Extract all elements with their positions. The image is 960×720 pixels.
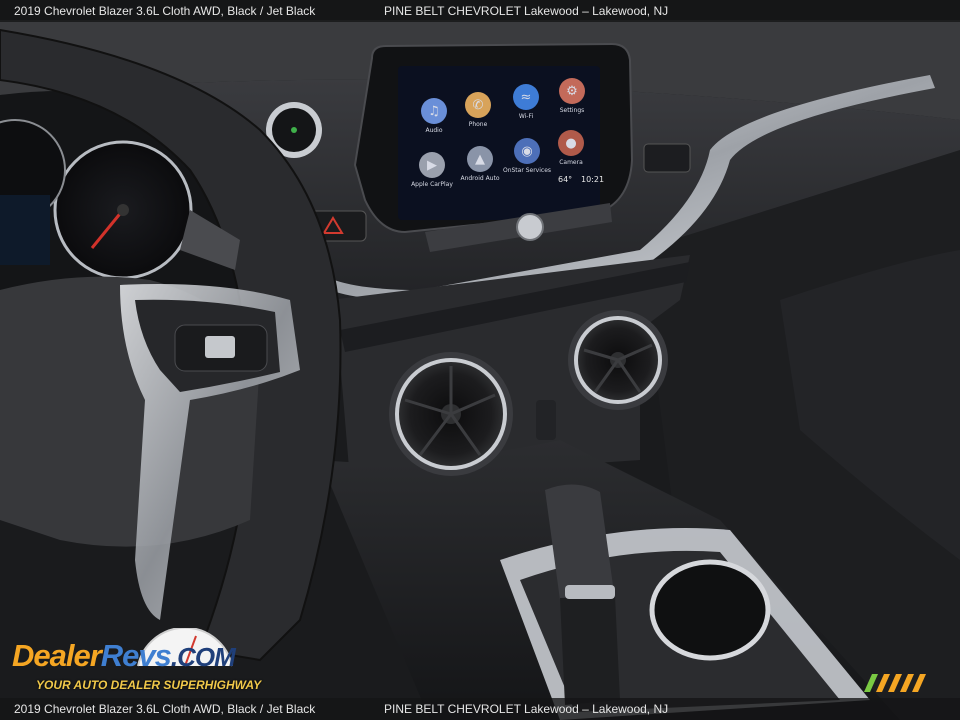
dashboard-photo: ♫ Audio ✆ Phone ≈ Wi-Fi ⚙ Settings ▶ App… — [0, 0, 960, 720]
app-label: Wi-Fi — [518, 113, 534, 120]
app-label: Settings — [559, 107, 585, 114]
vehicle-description: 2019 Chevrolet Blazer 3.6L Cloth AWD, Bl… — [14, 4, 316, 18]
vent-controls — [536, 400, 556, 440]
auto-stop-switch — [643, 143, 691, 173]
outside-temperature: 64° — [558, 175, 573, 184]
app-settings[interactable]: ⚙ Settings — [544, 78, 600, 114]
clock: 10:21 — [581, 175, 605, 184]
app-label: OnStar Services — [502, 167, 552, 174]
caption-bar-bottom: 2019 Chevrolet Blazer 3.6L Cloth AWD, Bl… — [0, 698, 960, 720]
corner-stripes-logo — [864, 674, 926, 692]
vehicle-description: 2019 Chevrolet Blazer 3.6L Cloth AWD, Bl… — [14, 702, 316, 716]
phone-icon: ✆ — [465, 92, 491, 118]
app-label: Apple CarPlay — [411, 181, 453, 188]
android-auto-icon: ▲ — [467, 146, 493, 172]
app-camera[interactable]: ● Camera — [543, 130, 599, 166]
onstar-icon: ◉ — [514, 138, 540, 164]
wifi-icon: ≈ — [513, 84, 539, 110]
app-label: Camera — [559, 159, 583, 166]
app-label: Android Auto — [460, 175, 500, 182]
dealer-name: PINE BELT CHEVROLET Lakewood – Lakewood,… — [384, 702, 669, 716]
camera-icon: ● — [558, 130, 584, 156]
watermark-brand: DealerRevs.COM — [12, 638, 236, 673]
dealerrevs-watermark: DealerRevs.COM YOUR AUTO DEALER SUPERHIG… — [10, 628, 270, 694]
infotainment-home-screen[interactable]: ♫ Audio ✆ Phone ≈ Wi-Fi ⚙ Settings ▶ App… — [398, 68, 604, 230]
caption-bar-top: 2019 Chevrolet Blazer 3.6L Cloth AWD, Bl… — [0, 0, 960, 22]
driver-info-display — [0, 195, 50, 265]
watermark-tagline: YOUR AUTO DEALER SUPERHIGHWAY — [36, 678, 262, 692]
gear-icon: ⚙ — [559, 78, 585, 104]
dealer-name: PINE BELT CHEVROLET Lakewood – Lakewood,… — [384, 4, 669, 18]
music-note-icon: ♫ — [421, 98, 447, 124]
carplay-icon: ▶ — [419, 152, 445, 178]
steering-ok-button — [205, 336, 235, 358]
cupholder — [649, 559, 771, 661]
app-label: Phone — [468, 121, 488, 128]
app-label: Audio — [425, 127, 443, 134]
